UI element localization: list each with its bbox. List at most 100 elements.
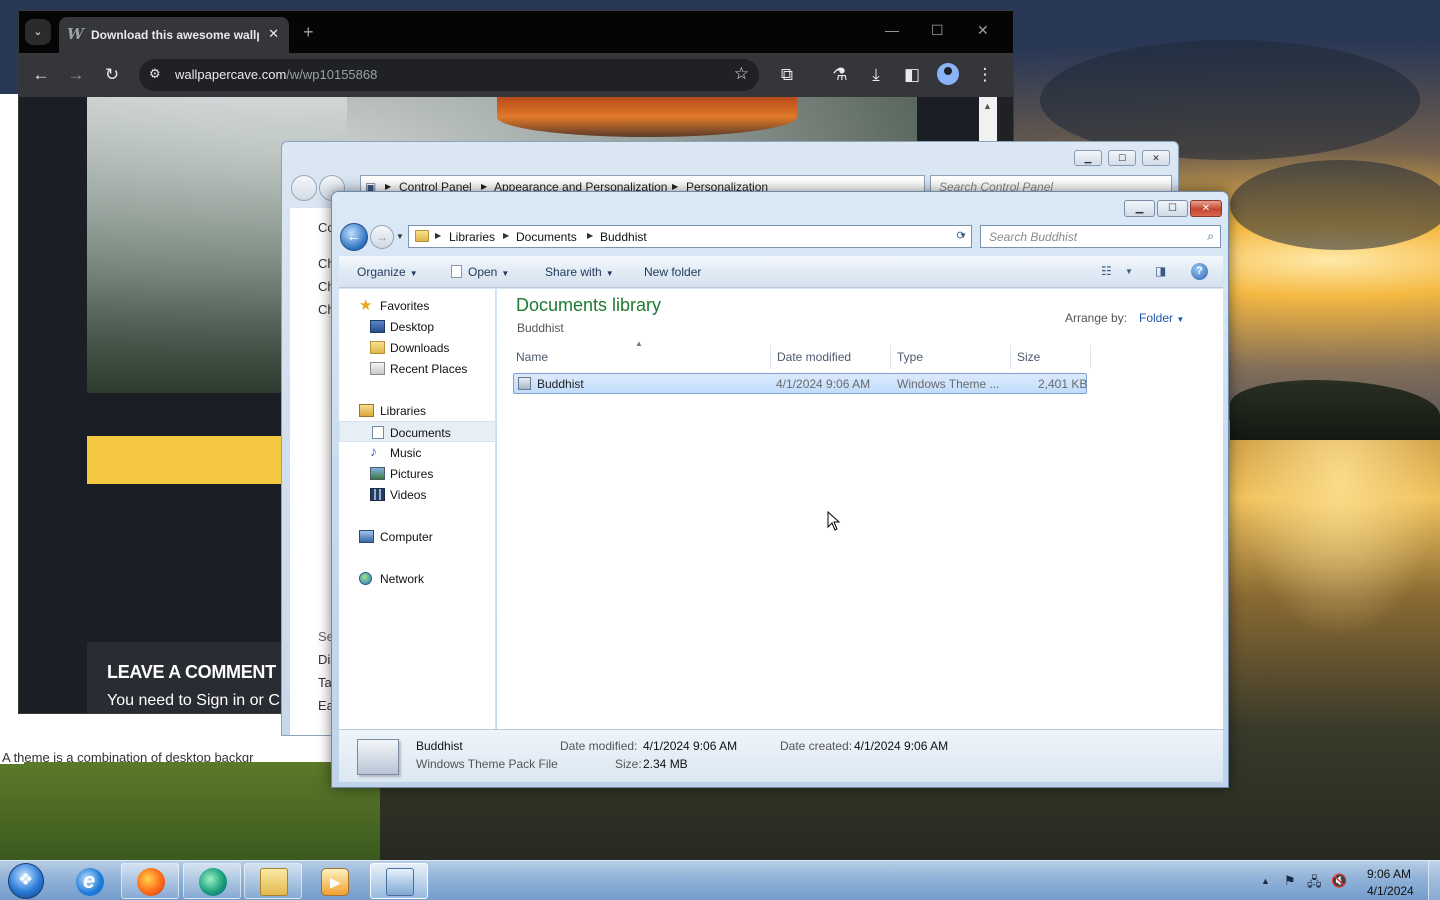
column-header-date-modified[interactable]: Date modified bbox=[771, 345, 891, 369]
nav-network[interactable]: Network bbox=[339, 568, 496, 589]
column-header-name[interactable]: Name bbox=[510, 345, 771, 369]
back-button[interactable]: ← bbox=[340, 223, 368, 251]
background-text: A theme is a combination of desktop back… bbox=[2, 750, 254, 762]
forward-button[interactable]: → bbox=[370, 225, 394, 249]
cp-maximize-button[interactable]: ☐ bbox=[1108, 150, 1136, 166]
tab-strip: ⌄ W Download this awesome wallp ✕ + — ☐ … bbox=[19, 11, 1013, 53]
taskbar-media-player[interactable] bbox=[305, 863, 363, 899]
share-with-button[interactable]: Share with ▼ bbox=[545, 265, 614, 279]
side-panel-icon[interactable]: ◧ bbox=[902, 65, 922, 85]
new-tab-icon[interactable]: + bbox=[303, 22, 314, 43]
library-title: Documents library bbox=[516, 295, 662, 315]
column-type-label: Type bbox=[897, 350, 924, 364]
wallpaper-sun-reflection bbox=[1240, 440, 1440, 640]
organize-button[interactable]: Organize ▼ bbox=[357, 265, 418, 279]
address-bar[interactable]: ⚙ wallpapercave.com/w/wp10155868 ☆ bbox=[139, 59, 759, 91]
reload-icon[interactable]: ↻ bbox=[102, 65, 122, 85]
taskbar-control-panel[interactable] bbox=[370, 863, 428, 899]
search-icon[interactable]: ⌕ bbox=[1207, 229, 1214, 244]
wallpaper-cloud bbox=[1230, 160, 1440, 250]
crumb-libraries[interactable]: Libraries bbox=[449, 230, 495, 244]
minimize-icon[interactable]: — bbox=[885, 22, 899, 38]
wallpaper-grass bbox=[0, 760, 380, 860]
action-center-flag-icon[interactable]: ⚑ bbox=[1284, 873, 1296, 889]
nav-downloads[interactable]: Downloads bbox=[339, 337, 496, 358]
forward-arrow-icon[interactable]: → bbox=[66, 65, 86, 85]
view-dropdown-icon[interactable]: ▼ bbox=[1125, 267, 1133, 276]
desktop-icon bbox=[370, 320, 385, 333]
close-window-icon[interactable]: ✕ bbox=[977, 22, 989, 39]
clock-date[interactable]: 4/1/2024 bbox=[1367, 884, 1414, 898]
computer-icon bbox=[359, 530, 374, 543]
mouse-cursor-icon bbox=[827, 511, 841, 531]
dropdown-arrow-icon: ▼ bbox=[1176, 315, 1185, 324]
column-size-label: Size bbox=[1017, 350, 1041, 364]
nav-favorites[interactable]: ★ Favorites bbox=[339, 295, 496, 316]
labs-flask-icon[interactable]: ⚗ bbox=[830, 65, 850, 85]
nav-favorites-label: Favorites bbox=[380, 299, 430, 313]
taskbar-firefox[interactable] bbox=[121, 863, 179, 899]
nav-documents[interactable]: Documents bbox=[339, 421, 496, 442]
theme-pack-large-icon bbox=[357, 739, 399, 775]
close-button[interactable]: ✕ bbox=[1190, 200, 1222, 217]
nav-computer-label: Computer bbox=[380, 530, 433, 544]
cp-back-button[interactable] bbox=[291, 175, 317, 201]
help-icon[interactable]: ? bbox=[1191, 263, 1208, 280]
crumb-documents[interactable]: Documents bbox=[516, 230, 577, 244]
nav-recent-places[interactable]: Recent Places bbox=[339, 358, 496, 379]
wallpapercave-favicon-icon: W bbox=[67, 25, 84, 43]
taskbar-windows-explorer[interactable] bbox=[244, 863, 302, 899]
library-subtitle: Buddhist bbox=[517, 321, 564, 335]
taskbar-internet-explorer[interactable] bbox=[60, 863, 118, 899]
site-info-icon[interactable]: ⚙ bbox=[149, 66, 161, 82]
clock-time[interactable]: 9:06 AM bbox=[1367, 867, 1411, 881]
nav-libraries-label: Libraries bbox=[380, 404, 427, 418]
nav-computer[interactable]: Computer bbox=[339, 526, 496, 547]
new-folder-button[interactable]: New folder bbox=[644, 265, 701, 279]
address-bar[interactable]: ▶ Libraries ▶ Documents ▶ Buddhist ▼ bbox=[408, 225, 972, 248]
cp-close-button[interactable]: ✕ bbox=[1142, 150, 1170, 166]
preview-pane-icon[interactable]: ◨ bbox=[1155, 264, 1166, 278]
extensions-icon[interactable]: ⧉ bbox=[777, 65, 797, 85]
change-view-icon[interactable]: ☷ bbox=[1101, 264, 1112, 278]
nav-downloads-label: Downloads bbox=[390, 341, 450, 355]
comment-signin-text[interactable]: You need to Sign in or Cr bbox=[107, 692, 285, 710]
refresh-icon[interactable]: ⟳ bbox=[950, 226, 972, 247]
column-header-size[interactable]: Size bbox=[1011, 345, 1091, 369]
start-button[interactable] bbox=[8, 863, 44, 899]
tab-search-button[interactable]: ⌄ bbox=[25, 19, 51, 45]
maximize-icon[interactable]: ☐ bbox=[931, 22, 944, 39]
nav-videos[interactable]: Videos bbox=[339, 484, 496, 505]
profile-avatar[interactable] bbox=[937, 63, 959, 85]
recent-pages-dropdown-icon[interactable]: ▼ bbox=[396, 232, 404, 241]
nav-music-label: Music bbox=[390, 446, 422, 460]
explorer-window: ▁ ☐ ✕ ← → ▼ ▶ Libraries ▶ Documents ▶ Bu… bbox=[331, 191, 1229, 788]
browser-tab[interactable]: W Download this awesome wallp ✕ bbox=[59, 17, 289, 53]
bookmark-star-icon[interactable]: ☆ bbox=[734, 64, 749, 84]
column-header-type[interactable]: Type bbox=[891, 345, 1011, 369]
file-row[interactable]: Buddhist 4/1/2024 9:06 AM Windows Theme … bbox=[513, 373, 1087, 394]
search-input[interactable]: Search Buddhist ⌕ bbox=[980, 225, 1221, 248]
maximize-button[interactable]: ☐ bbox=[1157, 200, 1188, 217]
download-icon[interactable]: ⤓ bbox=[866, 65, 886, 85]
open-button[interactable]: Open ▼ bbox=[451, 265, 509, 279]
menu-kebab-icon[interactable]: ⋮ bbox=[975, 65, 995, 85]
volume-muted-icon[interactable]: 🔇 bbox=[1331, 873, 1347, 889]
back-arrow-icon[interactable]: ← bbox=[31, 65, 51, 85]
show-desktop-button[interactable] bbox=[1428, 861, 1440, 900]
nav-pictures[interactable]: Pictures bbox=[339, 463, 496, 484]
arrange-by-dropdown[interactable]: Folder ▼ bbox=[1139, 311, 1184, 325]
taskbar-edge[interactable] bbox=[183, 863, 241, 899]
file-list-pane: Documents library Buddhist Arrange by: F… bbox=[497, 289, 1223, 729]
scroll-up-icon[interactable]: ▲ bbox=[983, 101, 992, 111]
cp-item[interactable]: Ta bbox=[318, 675, 332, 690]
close-tab-icon[interactable]: ✕ bbox=[268, 26, 279, 42]
show-hidden-icons-icon[interactable]: ▲ bbox=[1261, 876, 1270, 886]
crumb-buddhist[interactable]: Buddhist bbox=[600, 230, 647, 244]
nav-libraries[interactable]: Libraries bbox=[339, 400, 496, 421]
network-tray-icon[interactable]: 🖧 bbox=[1307, 873, 1322, 895]
nav-desktop[interactable]: Desktop bbox=[339, 316, 496, 337]
cp-minimize-button[interactable]: ▁ bbox=[1074, 150, 1102, 166]
nav-music[interactable]: ♪ Music bbox=[339, 442, 496, 463]
minimize-button[interactable]: ▁ bbox=[1124, 200, 1155, 217]
